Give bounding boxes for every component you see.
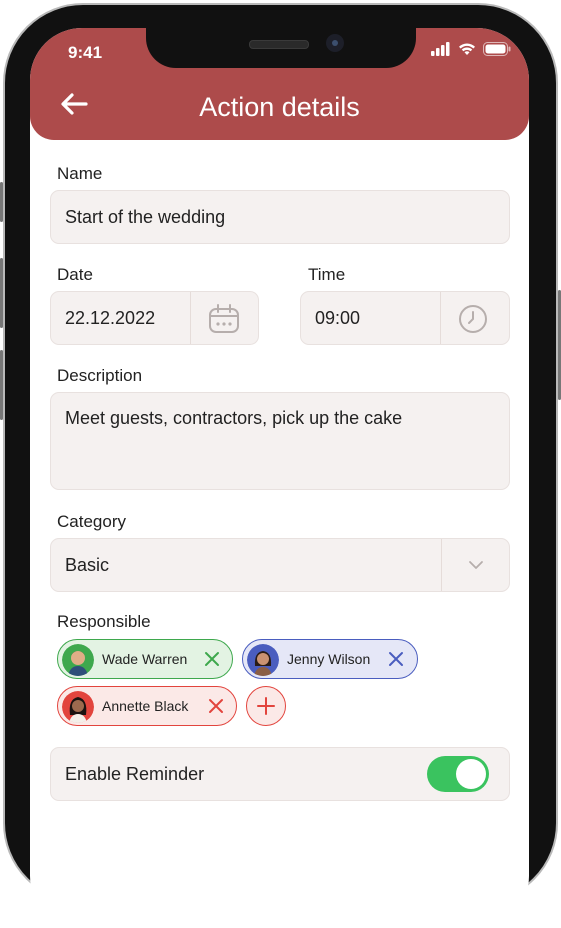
responsible-label: Responsible [57, 612, 151, 631]
category-value: Basic [65, 555, 110, 575]
status-icons [431, 42, 511, 56]
time-divider [440, 292, 441, 344]
avatar-jenny-wilson [247, 644, 279, 676]
side-button-left-2 [0, 258, 3, 328]
screen: 9:41 Action details Name Start of the we… [30, 28, 529, 928]
phone-camera [326, 34, 344, 52]
description-field[interactable]: Meet guests, contractors, pick up the ca… [50, 392, 510, 490]
calendar-icon[interactable] [208, 304, 240, 334]
close-icon[interactable] [388, 651, 404, 667]
phone-speaker [249, 40, 309, 49]
time-value: 09:00 [315, 308, 361, 328]
plus-icon [257, 697, 275, 715]
date-divider [190, 292, 191, 344]
clock-icon[interactable] [458, 304, 488, 334]
responsible-chip-wade-warren[interactable]: Wade Warren [57, 639, 233, 679]
wifi-icon [459, 43, 475, 55]
description-label: Description [57, 366, 143, 385]
reminder-toggle[interactable] [427, 756, 489, 792]
responsible-chip-jenny-wilson[interactable]: Jenny Wilson [242, 639, 418, 679]
close-icon[interactable] [204, 651, 220, 667]
name-value: Start of the wedding [65, 207, 226, 227]
add-responsible-button[interactable] [246, 686, 286, 726]
date-value: 22.12.2022 [65, 308, 156, 328]
side-button-left-3 [0, 350, 3, 420]
date-field[interactable]: 22.12.2022 [50, 291, 259, 345]
status-time: 9:41 [68, 43, 103, 62]
category-select[interactable]: Basic [50, 538, 510, 592]
time-label: Time [308, 265, 346, 284]
date-label: Date [57, 265, 93, 284]
reminder-label: Enable Reminder [65, 764, 205, 784]
close-icon[interactable] [208, 698, 224, 714]
avatar-annette-black [62, 691, 94, 723]
reminder-row: Enable Reminder [50, 747, 510, 801]
responsible-name: Jenny Wilson [287, 651, 371, 667]
responsible-name: Wade Warren [102, 651, 188, 667]
avatar-wade-warren [62, 644, 94, 676]
phone-frame: 9:41 Action details Name Start of the we… [0, 0, 561, 928]
description-value: Meet guests, contractors, pick up the ca… [65, 408, 403, 428]
battery-icon [483, 42, 511, 56]
category-label: Category [57, 512, 126, 531]
name-field[interactable]: Start of the wedding [50, 190, 510, 244]
category-divider [441, 539, 442, 591]
responsible-name: Annette Black [102, 698, 189, 714]
responsible-chip-annette-black[interactable]: Annette Black [57, 686, 237, 726]
toggle-knob [456, 759, 486, 789]
chevron-down-icon[interactable] [467, 558, 485, 572]
name-label: Name [57, 164, 103, 183]
side-button-left-1 [0, 182, 3, 222]
page-title: Action details [199, 92, 360, 122]
time-field[interactable]: 09:00 [300, 291, 510, 345]
signal-icon [431, 42, 450, 56]
